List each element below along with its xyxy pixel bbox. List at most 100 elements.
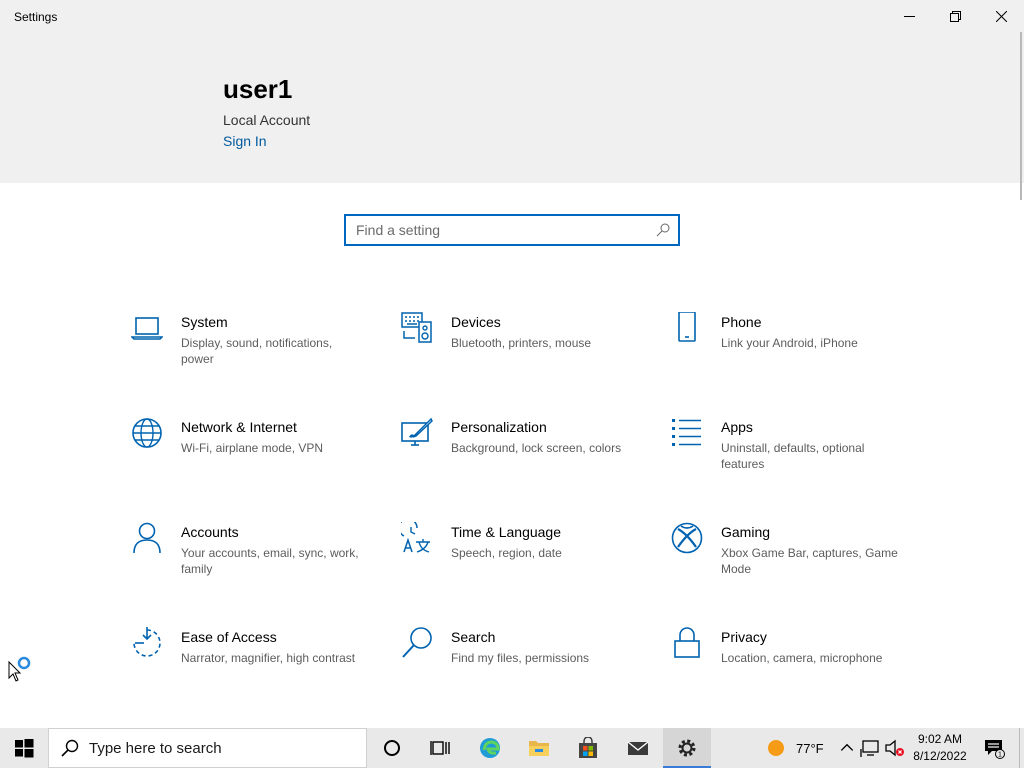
tile-description: Xbox Game Bar, captures, Game Mode	[721, 546, 898, 576]
tile-description: Bluetooth, printers, mouse	[451, 336, 592, 350]
time-language-icon	[398, 518, 430, 553]
tile-system[interactable]: System Display, sound, notifications, po…	[130, 312, 381, 392]
phone-icon	[678, 311, 696, 342]
scrollbar[interactable]	[1020, 32, 1022, 200]
close-button[interactable]	[978, 0, 1024, 32]
user-name: user1	[223, 74, 293, 104]
tile-accounts[interactable]: Accounts Your accounts, email, sync, wor…	[131, 522, 381, 602]
tile-description: Background, lock screen, colors	[451, 441, 622, 455]
clock[interactable]: 9:02 AM 8/12/2022	[910, 731, 970, 765]
tile-network-internet[interactable]: Network & Internet Wi-Fi, airplane mode,…	[131, 417, 381, 497]
edge-button[interactable]	[466, 728, 514, 768]
network-tray-button[interactable]	[860, 728, 882, 768]
ease-of-access-icon	[133, 627, 161, 657]
taskbar-search-box[interactable]	[48, 728, 367, 768]
tile-name: Phone	[721, 314, 762, 330]
tile-devices[interactable]: Devices Bluetooth, printers, mouse	[401, 312, 651, 392]
show-hidden-icons-button[interactable]	[838, 728, 856, 768]
xbox-icon	[671, 522, 703, 554]
search-icon	[61, 739, 79, 757]
volume-tray-button[interactable]	[884, 728, 906, 768]
tile-name: Devices	[451, 314, 501, 330]
notification-icon: 1	[985, 740, 1005, 759]
person-icon	[133, 522, 161, 554]
taskbar: 77°F 9:02 AM 8/12/2022 1	[0, 728, 1024, 768]
tile-name: System	[181, 314, 228, 330]
find-setting-input[interactable]	[356, 221, 646, 239]
tile-name: Time & Language	[451, 524, 561, 540]
mail-button[interactable]	[614, 728, 662, 768]
cortana-icon	[384, 740, 400, 756]
restore-icon	[949, 10, 961, 22]
task-view-button[interactable]	[416, 728, 464, 768]
account-type: Local Account	[223, 112, 311, 128]
tile-description: Wi-Fi, airplane mode, VPN	[181, 441, 324, 455]
tile-name: Gaming	[721, 524, 771, 540]
clock-time: 9:02 AM	[917, 732, 963, 746]
cortana-button[interactable]	[368, 728, 416, 768]
settings-window: Settings user1 Local Account Sign In Fin…	[0, 0, 1024, 728]
tile-search[interactable]: Search Find my files, permissions	[401, 627, 651, 707]
file-explorer-button[interactable]	[515, 728, 563, 768]
weather-temperature[interactable]: 77°F	[796, 741, 824, 756]
store-icon	[579, 737, 597, 758]
tile-description: Your accounts, email, sync, work, family	[181, 546, 359, 576]
tile-name: Accounts	[181, 524, 239, 540]
volume-muted-icon	[885, 739, 904, 757]
tile-personalization[interactable]: Personalization Background, lock screen,…	[401, 417, 651, 497]
tile-name: Personalization	[451, 419, 547, 435]
show-desktop-button[interactable]	[1019, 728, 1024, 768]
tile-name: Ease of Access	[181, 629, 277, 645]
tile-ease-of-access[interactable]: Ease of Access Narrator, magnifier, high…	[131, 627, 381, 707]
tile-name: Network & Internet	[181, 419, 297, 435]
close-icon	[995, 10, 1007, 22]
globe-icon	[132, 418, 162, 448]
windows-logo-icon	[15, 739, 34, 758]
file-explorer-icon	[529, 741, 549, 756]
settings-taskbar-button[interactable]	[663, 728, 711, 768]
search-icon	[656, 223, 670, 237]
tile-description: Uninstall, defaults, optional features	[721, 441, 865, 471]
tile-name: Search	[451, 629, 496, 645]
sign-in-link[interactable]: Sign In	[223, 133, 267, 149]
tile-phone[interactable]: Phone Link your Android, iPhone	[671, 311, 921, 392]
laptop-icon	[130, 317, 164, 340]
tile-gaming[interactable]: Gaming Xbox Game Bar, captures, Game Mod…	[671, 522, 921, 602]
tile-description: Find my files, permissions	[451, 651, 590, 665]
tile-description: Location, camera, microphone	[721, 651, 883, 665]
notification-count: 1	[998, 752, 1002, 759]
apps-list-icon	[672, 419, 701, 446]
window-title: Settings	[14, 10, 58, 24]
tile-description: Link your Android, iPhone	[721, 336, 858, 350]
paintbrush-monitor-icon	[401, 417, 433, 446]
tile-privacy[interactable]: Privacy Location, camera, microphone	[671, 627, 921, 707]
task-view-icon	[430, 741, 450, 755]
settings-gear-icon	[678, 739, 696, 757]
tile-description: Speech, region, date	[451, 546, 562, 560]
restore-button[interactable]	[932, 0, 978, 32]
tile-name: Apps	[721, 419, 753, 435]
clock-date: 8/12/2022	[913, 749, 967, 763]
edge-icon	[480, 738, 500, 758]
store-button[interactable]	[564, 728, 612, 768]
action-center-button[interactable]: 1	[975, 728, 1015, 768]
padlock-icon	[674, 627, 700, 658]
chevron-up-icon	[840, 743, 854, 751]
tile-time-language[interactable]: Time & Language Speech, region, date	[398, 518, 651, 602]
tile-description: Display, sound, notifications, power	[181, 336, 333, 366]
tile-name: Privacy	[721, 629, 767, 645]
weather-button[interactable]	[764, 728, 788, 768]
busy-cursor-icon	[8, 656, 31, 682]
taskbar-search-input[interactable]	[89, 739, 349, 757]
tile-description: Narrator, magnifier, high contrast	[181, 651, 356, 665]
tile-apps[interactable]: Apps Uninstall, defaults, optional featu…	[671, 417, 921, 497]
network-icon	[860, 740, 879, 757]
minimize-button[interactable]	[886, 0, 932, 32]
account-header: Settings user1 Local Account Sign In	[0, 0, 1024, 183]
minimize-icon	[903, 15, 915, 17]
find-setting-box[interactable]	[344, 214, 680, 246]
sun-icon	[768, 740, 784, 756]
magnifier-icon	[402, 627, 432, 658]
keyboard-speaker-icon	[401, 312, 432, 343]
start-button[interactable]	[0, 728, 48, 768]
